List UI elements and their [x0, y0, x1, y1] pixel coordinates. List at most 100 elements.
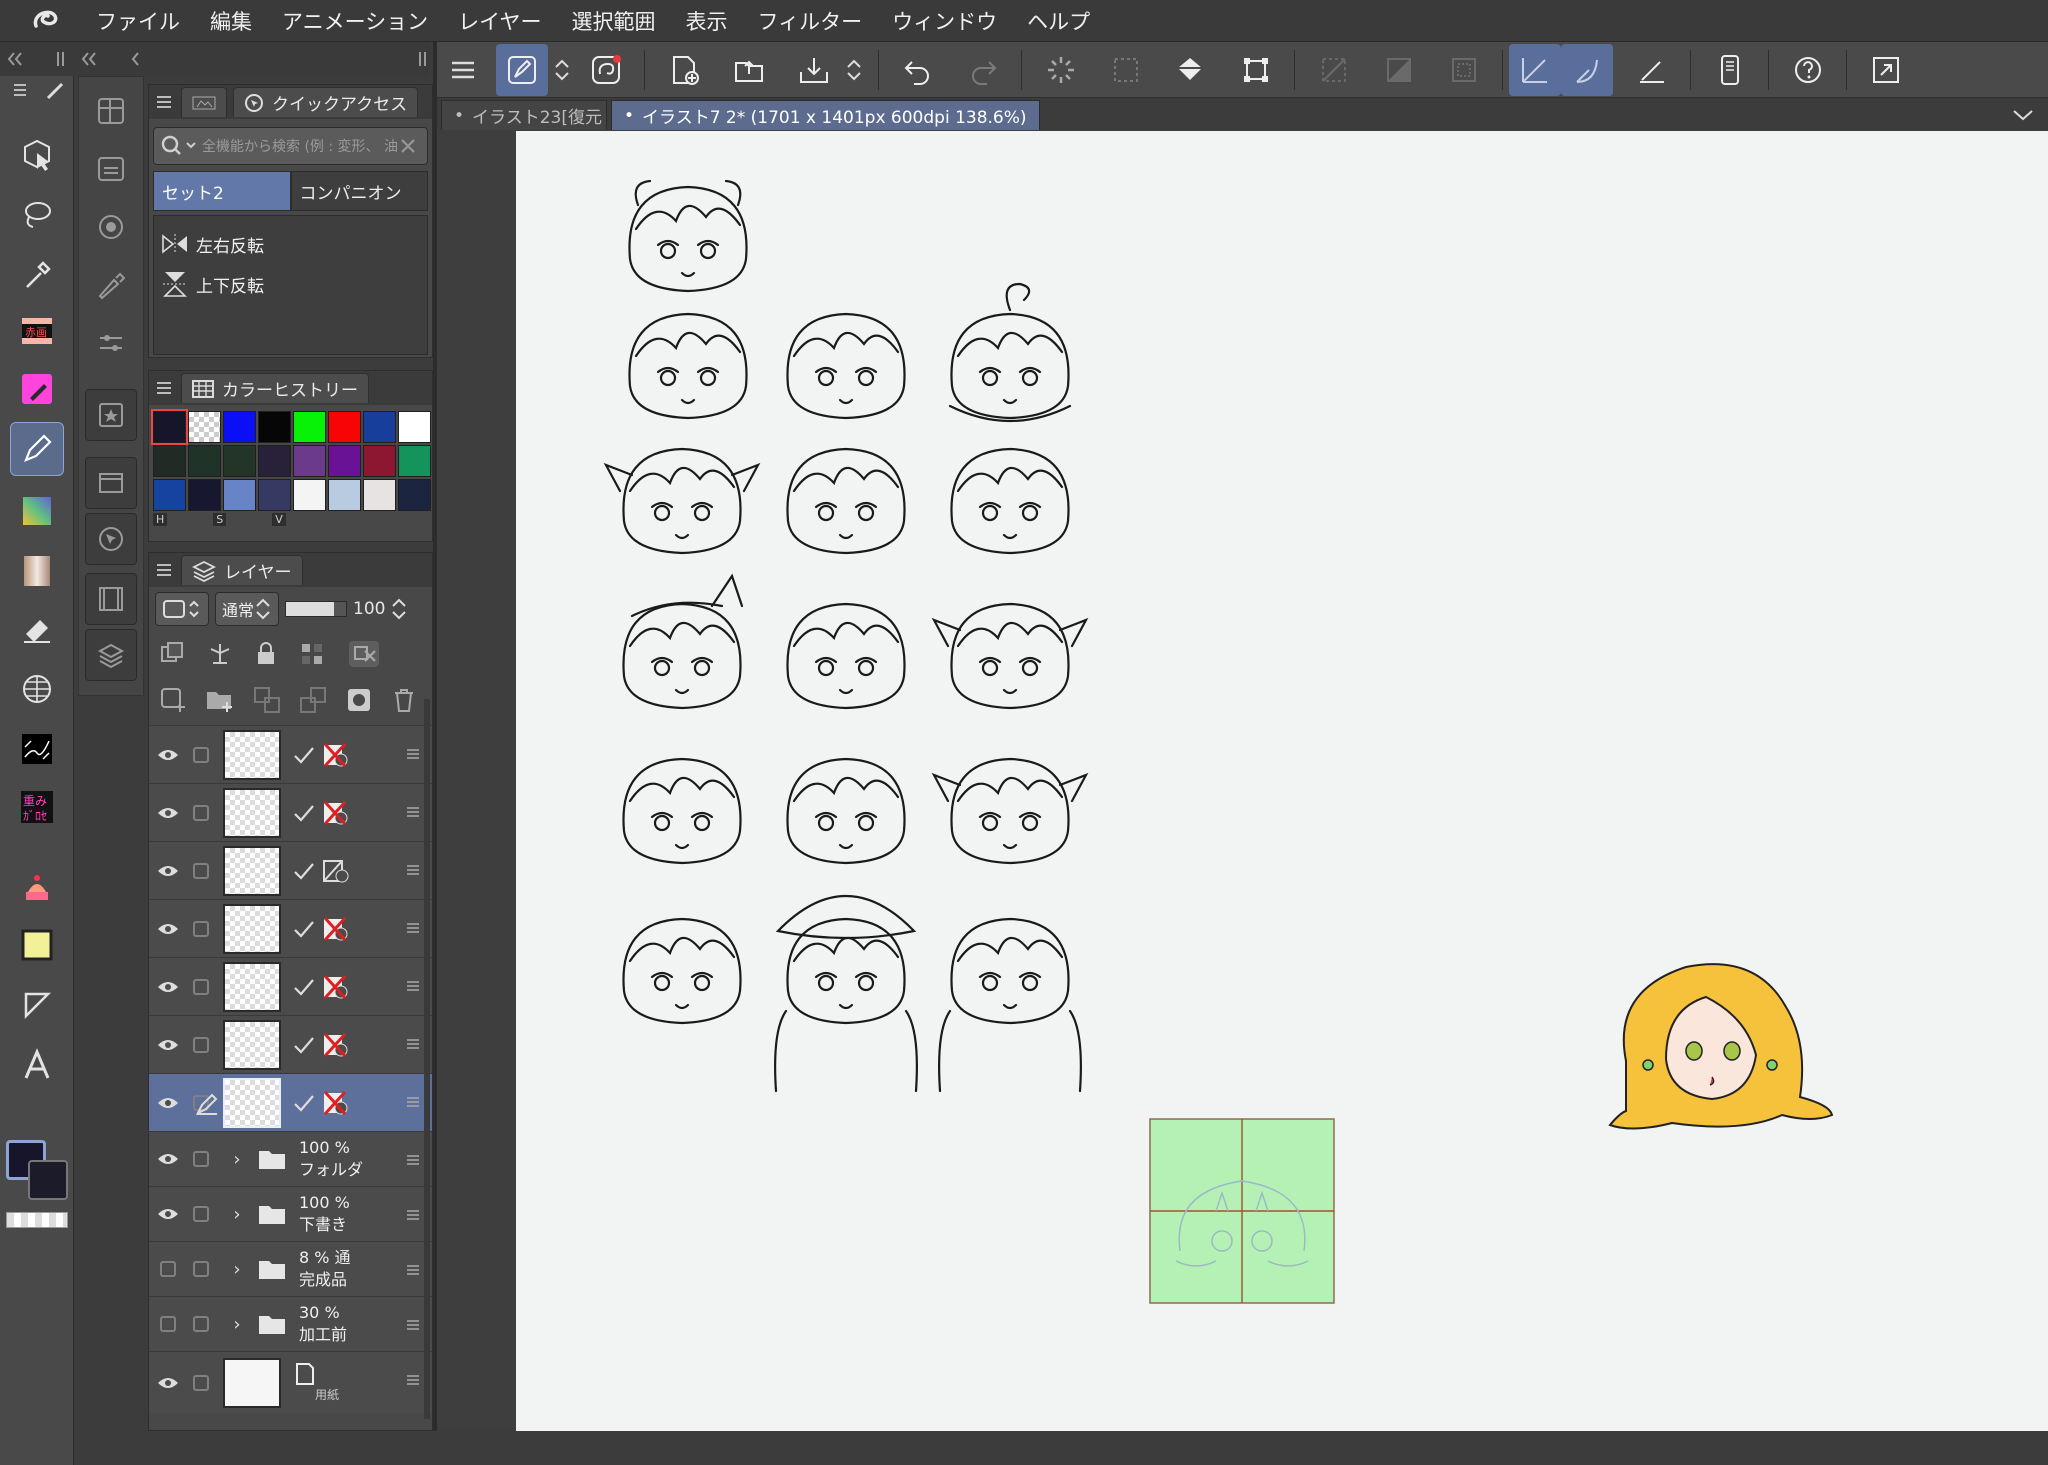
navigator-icon[interactable]	[85, 513, 137, 565]
color-swatch[interactable]	[258, 445, 291, 477]
mask-disabled-icon[interactable]	[321, 800, 351, 826]
set-tab-companion[interactable]: コンパニオン	[290, 171, 428, 211]
blend-mode-dropdown[interactable]: 通常	[215, 592, 280, 626]
layer-thumbnail[interactable]	[223, 903, 281, 954]
color-swatch[interactable]	[363, 411, 396, 443]
layer-menu-icon[interactable]	[406, 979, 420, 993]
tab-quick-access[interactable]: クイックアクセス	[233, 87, 419, 117]
paper-thumbnail[interactable]	[223, 1357, 281, 1408]
color-swatch[interactable]	[258, 411, 291, 443]
color-swatch[interactable]	[328, 445, 361, 477]
material-icon[interactable]	[85, 389, 137, 441]
layer-row[interactable]	[149, 1015, 432, 1073]
mask-disabled-icon[interactable]	[321, 916, 351, 942]
color-swatch[interactable]	[363, 445, 396, 477]
clear-outside-selection-icon[interactable]	[1308, 44, 1360, 96]
selection-mask-icon[interactable]	[1100, 44, 1152, 96]
menu-edit[interactable]: 編集	[210, 6, 252, 36]
transfer-to-lower-layer-icon[interactable]	[253, 686, 281, 714]
combine-lower-layer-icon[interactable]	[299, 686, 327, 714]
quick-access-tab-icon-only[interactable]	[181, 87, 227, 117]
color-swatch[interactable]	[188, 411, 221, 443]
create-mask-icon[interactable]	[345, 686, 373, 714]
loading-spinner-icon[interactable]	[1035, 44, 1087, 96]
layer-thumbnail[interactable]	[223, 961, 281, 1012]
animation-cel-icon[interactable]	[85, 457, 137, 509]
layer-folder-row[interactable]: › 100 % フォルダ	[149, 1131, 432, 1186]
reference-layer-icon[interactable]	[207, 641, 233, 667]
menu-selection[interactable]: 選択範囲	[572, 6, 656, 36]
command-bar-menu-icon[interactable]	[443, 44, 483, 96]
pen-pressure-toggle-icon[interactable]	[496, 43, 548, 96]
layer-visibility-toggle[interactable]	[149, 1207, 187, 1221]
sub-color-swatch[interactable]	[28, 1160, 68, 1200]
quick-access-item-flip-vertical[interactable]: 上下反転	[154, 264, 427, 304]
layer-row[interactable]	[149, 783, 432, 841]
panel-menu-icon[interactable]	[157, 381, 175, 395]
layer-menu-icon[interactable]	[406, 1095, 420, 1109]
layer-visibility-toggle[interactable]	[149, 922, 187, 936]
lock-transparent-icon[interactable]	[299, 641, 325, 667]
layer-folder-row[interactable]: › 8 % 通完成品	[149, 1241, 432, 1296]
layer-select-checkbox[interactable]	[193, 746, 209, 763]
layer-menu-icon[interactable]	[406, 921, 420, 935]
folder-expand-icon[interactable]: ›	[223, 1314, 251, 1335]
invert-selection-icon[interactable]	[1373, 44, 1425, 96]
timeline-icon[interactable]	[85, 573, 137, 625]
operation-tool-icon[interactable]	[10, 128, 64, 182]
cake-custom-tool-icon[interactable]	[10, 860, 64, 914]
save-icon[interactable]	[788, 44, 840, 96]
tab-color-history[interactable]: カラーヒストリー	[181, 373, 369, 403]
layer-visibility-toggle[interactable]	[149, 1152, 187, 1166]
menu-file[interactable]: ファイル	[96, 6, 180, 36]
layer-row[interactable]	[149, 725, 432, 783]
color-swatch[interactable]	[398, 411, 431, 443]
sub-tool-panel-icon[interactable]	[85, 85, 137, 137]
layer-visibility-toggle[interactable]	[149, 864, 187, 878]
frame-custom-tool-icon[interactable]	[10, 918, 64, 972]
lasso-tool-icon[interactable]	[10, 188, 64, 242]
layer-visibility-toggle[interactable]	[149, 1316, 187, 1332]
menu-layer[interactable]: レイヤー	[458, 6, 541, 36]
layer-menu-icon[interactable]	[406, 1208, 420, 1222]
layer-visibility-toggle[interactable]	[149, 1038, 187, 1052]
ruler-tool-icon[interactable]	[10, 978, 64, 1032]
layer-scrollbar[interactable]	[424, 699, 430, 1419]
mask-disabled-icon[interactable]	[321, 1032, 351, 1058]
document-tab-2[interactable]: • イラスト7 2* (1701 x 1401px 600dpi 138.6%)	[611, 100, 1040, 130]
eyedropper-tool-icon[interactable]	[10, 248, 64, 302]
layer-row[interactable]	[149, 841, 432, 899]
color-swatch[interactable]	[223, 479, 256, 511]
mask-disabled-icon[interactable]	[321, 974, 351, 1000]
canvas-document[interactable]	[516, 131, 2048, 1431]
color-swatch[interactable]	[151, 409, 188, 445]
app-logo-icon[interactable]	[24, 0, 66, 42]
layer-menu-icon[interactable]	[406, 863, 420, 877]
color-swatch[interactable]	[328, 479, 361, 511]
save-options-chevron-icon[interactable]	[842, 44, 866, 96]
layer-menu-icon[interactable]	[406, 1318, 420, 1332]
layer-visibility-toggle[interactable]	[149, 806, 187, 820]
snap-to-ruler-icon[interactable]	[1509, 43, 1561, 96]
hsv-h-label[interactable]: H	[153, 513, 168, 526]
color-swatch[interactable]	[293, 445, 326, 477]
layer-row[interactable]	[149, 899, 432, 957]
brush-setting-icon[interactable]	[85, 259, 137, 311]
gradient-tool-icon[interactable]	[10, 484, 64, 538]
layer-thumbnail[interactable]	[223, 1077, 281, 1128]
undo-icon[interactable]	[892, 44, 944, 96]
layer-folder-row[interactable]: › 30 % 加工前	[149, 1296, 432, 1351]
layer-row[interactable]: 用紙	[149, 1351, 432, 1413]
layer-select-checkbox[interactable]	[193, 978, 209, 995]
toggle-chevron-icon[interactable]	[550, 44, 574, 96]
mask-toggle-icon[interactable]	[347, 639, 381, 669]
panel-menu-icon[interactable]	[157, 563, 175, 577]
hsv-v-label[interactable]: V	[272, 513, 286, 526]
panel-menu-icon[interactable]	[157, 95, 175, 109]
layer-select-checkbox[interactable]	[193, 1036, 209, 1053]
delete-layer-icon[interactable]	[391, 686, 417, 714]
opacity-value[interactable]: 100	[353, 599, 385, 619]
layer-row[interactable]	[149, 957, 432, 1015]
snap-to-special-ruler-icon[interactable]	[1561, 43, 1613, 96]
transparent-color-swatch[interactable]	[6, 1212, 68, 1228]
